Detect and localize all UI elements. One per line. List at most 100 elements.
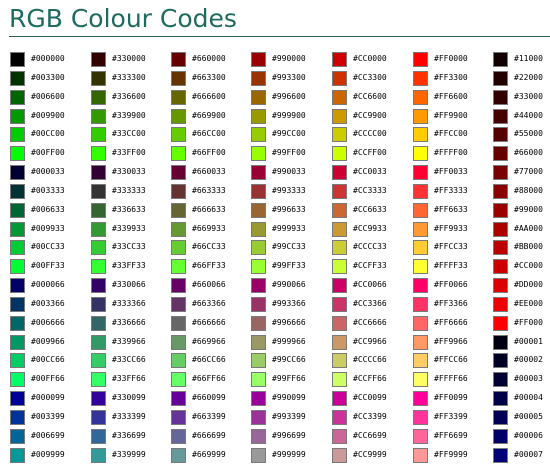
colour-code-item[interactable]: #003399 xyxy=(10,410,90,426)
colour-code-item[interactable]: #669900 xyxy=(171,109,251,125)
colour-swatch[interactable] xyxy=(10,335,25,350)
colour-swatch[interactable] xyxy=(171,335,186,350)
colour-swatch[interactable] xyxy=(91,71,106,86)
colour-code-item[interactable]: #006633 xyxy=(10,203,90,219)
colour-swatch[interactable] xyxy=(251,372,266,387)
colour-code-item[interactable]: #CC3300 xyxy=(332,71,412,87)
colour-code-item[interactable]: #00FF00 xyxy=(10,146,90,162)
colour-swatch[interactable] xyxy=(493,71,508,86)
colour-code-item[interactable]: #CCCC33 xyxy=(332,240,412,256)
colour-swatch[interactable] xyxy=(171,316,186,331)
colour-code-item[interactable]: #CCCC00 xyxy=(332,127,412,143)
colour-code-item[interactable]: #22000 xyxy=(493,71,550,87)
colour-swatch[interactable] xyxy=(91,146,106,161)
colour-swatch[interactable] xyxy=(10,222,25,237)
colour-swatch[interactable] xyxy=(493,316,508,331)
colour-swatch[interactable] xyxy=(332,146,347,161)
colour-code-item[interactable]: #000099 xyxy=(10,391,90,407)
colour-code-item[interactable]: #006666 xyxy=(10,316,90,332)
colour-code-item[interactable]: #FF0066 xyxy=(413,278,493,294)
colour-swatch[interactable] xyxy=(10,240,25,255)
colour-swatch[interactable] xyxy=(251,391,266,406)
colour-code-item[interactable]: #999999 xyxy=(251,448,331,464)
colour-code-item[interactable]: #CC3366 xyxy=(332,297,412,313)
colour-code-item[interactable]: #FF6600 xyxy=(413,90,493,106)
colour-swatch[interactable] xyxy=(332,410,347,425)
colour-swatch[interactable] xyxy=(91,410,106,425)
colour-code-item[interactable]: #009900 xyxy=(10,109,90,125)
colour-code-item[interactable]: #666666 xyxy=(171,316,251,332)
colour-swatch[interactable] xyxy=(91,335,106,350)
colour-code-item[interactable]: #FF0033 xyxy=(413,165,493,181)
colour-swatch[interactable] xyxy=(413,410,428,425)
colour-code-item[interactable]: #003333 xyxy=(10,184,90,200)
colour-swatch[interactable] xyxy=(171,222,186,237)
colour-swatch[interactable] xyxy=(251,259,266,274)
colour-swatch[interactable] xyxy=(251,316,266,331)
colour-code-item[interactable]: #99CC33 xyxy=(251,240,331,256)
colour-swatch[interactable] xyxy=(91,278,106,293)
colour-code-item[interactable]: #99000 xyxy=(493,203,550,219)
colour-code-item[interactable]: #00CC33 xyxy=(10,240,90,256)
colour-swatch[interactable] xyxy=(91,240,106,255)
colour-swatch[interactable] xyxy=(332,259,347,274)
colour-code-item[interactable]: #CC6633 xyxy=(332,203,412,219)
colour-code-item[interactable]: #993366 xyxy=(251,297,331,313)
colour-code-item[interactable]: #DD000 xyxy=(493,278,550,294)
colour-swatch[interactable] xyxy=(251,240,266,255)
colour-swatch[interactable] xyxy=(493,203,508,218)
colour-swatch[interactable] xyxy=(10,71,25,86)
colour-code-item[interactable]: #66CC33 xyxy=(171,240,251,256)
colour-code-item[interactable]: #66FF00 xyxy=(171,146,251,162)
colour-swatch[interactable] xyxy=(493,429,508,444)
colour-swatch[interactable] xyxy=(171,353,186,368)
colour-swatch[interactable] xyxy=(251,203,266,218)
colour-code-item[interactable]: #009966 xyxy=(10,335,90,351)
colour-code-item[interactable]: #FF3399 xyxy=(413,410,493,426)
colour-swatch[interactable] xyxy=(251,353,266,368)
colour-code-item[interactable]: #336699 xyxy=(91,429,171,445)
colour-code-item[interactable]: #00001 xyxy=(493,335,550,351)
colour-code-item[interactable]: #33CC66 xyxy=(91,353,171,369)
colour-code-item[interactable]: #CC6666 xyxy=(332,316,412,332)
colour-code-item[interactable]: #333333 xyxy=(91,184,171,200)
colour-swatch[interactable] xyxy=(413,52,428,67)
colour-swatch[interactable] xyxy=(493,448,508,463)
colour-code-item[interactable]: #663300 xyxy=(171,71,251,87)
colour-swatch[interactable] xyxy=(493,146,508,161)
colour-swatch[interactable] xyxy=(91,127,106,142)
colour-swatch[interactable] xyxy=(493,90,508,105)
colour-code-item[interactable]: #993399 xyxy=(251,410,331,426)
colour-swatch[interactable] xyxy=(413,429,428,444)
colour-swatch[interactable] xyxy=(91,316,106,331)
colour-swatch[interactable] xyxy=(413,297,428,312)
colour-code-item[interactable]: #336633 xyxy=(91,203,171,219)
colour-code-item[interactable]: #FF3366 xyxy=(413,297,493,313)
colour-code-item[interactable]: #66FF66 xyxy=(171,372,251,388)
colour-swatch[interactable] xyxy=(10,448,25,463)
colour-code-item[interactable]: #339999 xyxy=(91,448,171,464)
colour-swatch[interactable] xyxy=(493,259,508,274)
colour-code-item[interactable]: #FFCC66 xyxy=(413,353,493,369)
colour-code-item[interactable]: #00CC00 xyxy=(10,127,90,143)
colour-code-item[interactable]: #99CC66 xyxy=(251,353,331,369)
colour-code-item[interactable]: #00FF33 xyxy=(10,259,90,275)
colour-swatch[interactable] xyxy=(332,90,347,105)
colour-swatch[interactable] xyxy=(332,429,347,444)
colour-swatch[interactable] xyxy=(10,259,25,274)
colour-swatch[interactable] xyxy=(171,448,186,463)
colour-code-item[interactable]: #996666 xyxy=(251,316,331,332)
colour-swatch[interactable] xyxy=(10,278,25,293)
colour-swatch[interactable] xyxy=(413,71,428,86)
colour-code-item[interactable]: #CC0000 xyxy=(332,52,412,68)
colour-swatch[interactable] xyxy=(413,335,428,350)
colour-swatch[interactable] xyxy=(413,391,428,406)
colour-swatch[interactable] xyxy=(251,165,266,180)
colour-swatch[interactable] xyxy=(171,259,186,274)
colour-swatch[interactable] xyxy=(91,222,106,237)
colour-code-item[interactable]: #00006 xyxy=(493,429,550,445)
colour-code-item[interactable]: #FF9999 xyxy=(413,448,493,464)
colour-swatch[interactable] xyxy=(332,222,347,237)
colour-code-item[interactable]: #663333 xyxy=(171,184,251,200)
colour-swatch[interactable] xyxy=(493,184,508,199)
